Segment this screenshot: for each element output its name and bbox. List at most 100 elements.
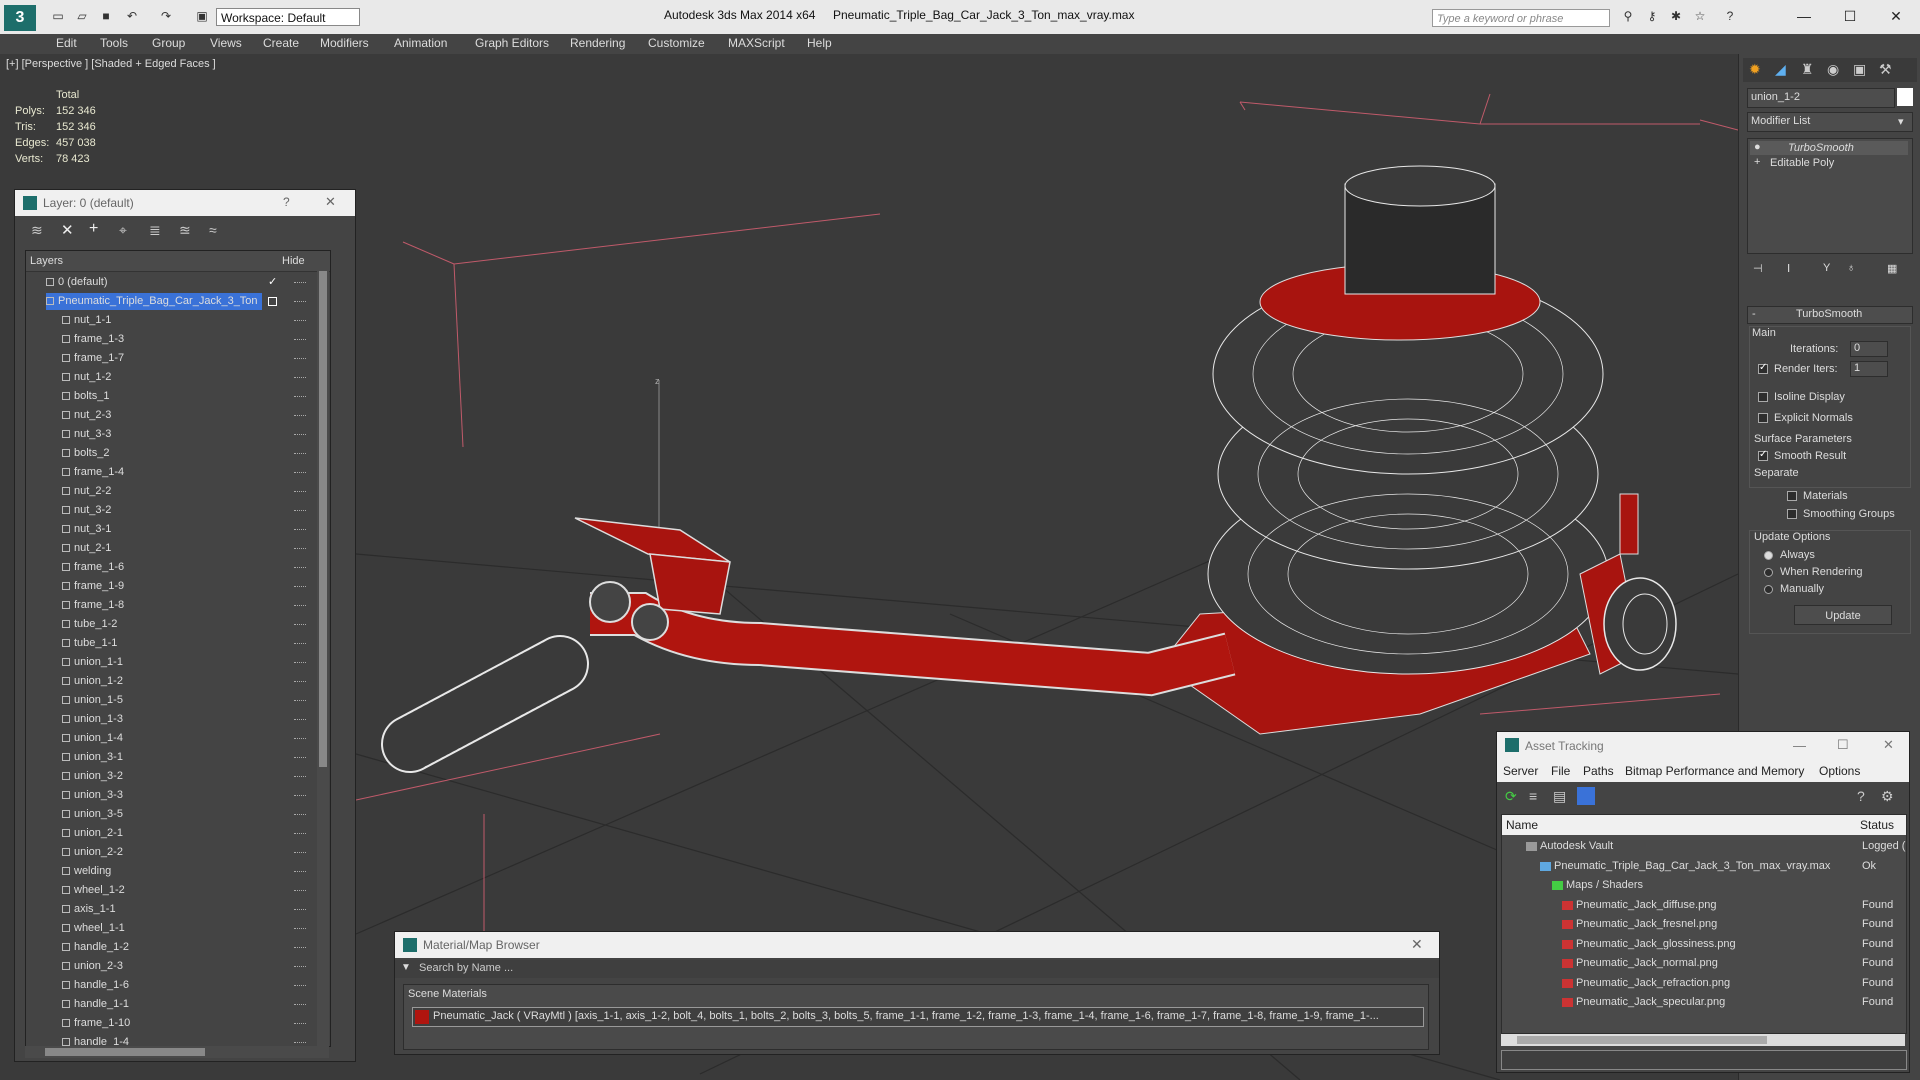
- material-browser-titlebar[interactable]: Material/Map Browser ✕: [395, 932, 1439, 958]
- hide-toggle[interactable]: [294, 738, 306, 740]
- hide-toggle[interactable]: [294, 586, 306, 588]
- hide-toggle[interactable]: [294, 833, 306, 835]
- layer-row[interactable]: nut_2-3: [26, 406, 314, 425]
- iterations-spinner[interactable]: 0: [1850, 341, 1888, 357]
- layer-row[interactable]: frame_1-9: [26, 577, 314, 596]
- hide-toggle[interactable]: [294, 1042, 306, 1044]
- hide-toggle[interactable]: [294, 415, 306, 417]
- motion-tab-icon[interactable]: ◉: [1827, 61, 1839, 78]
- smoothing-groups-checkbox[interactable]: [1787, 509, 1797, 519]
- scrollbar-thumb[interactable]: [1517, 1036, 1767, 1044]
- hide-toggle[interactable]: [294, 1004, 306, 1006]
- utilities-tab-icon[interactable]: ⚒: [1879, 61, 1892, 78]
- configure-sets-icon[interactable]: ▦: [1887, 262, 1897, 275]
- menu-paths[interactable]: Paths: [1583, 764, 1614, 778]
- freeze-all-icon[interactable]: ≈: [209, 222, 217, 238]
- key-icon[interactable]: ⚷: [1644, 9, 1660, 23]
- layer-row[interactable]: frame_1-3: [26, 330, 314, 349]
- hide-toggle[interactable]: [294, 795, 306, 797]
- layer-row[interactable]: union_3-5: [26, 805, 314, 824]
- menu-create[interactable]: Create: [263, 36, 299, 50]
- hide-toggle[interactable]: [294, 453, 306, 455]
- hide-toggle[interactable]: [294, 928, 306, 930]
- hide-toggle[interactable]: [294, 434, 306, 436]
- close-button[interactable]: ✕: [1411, 936, 1423, 953]
- help-icon[interactable]: ?: [1722, 9, 1738, 23]
- hide-toggle[interactable]: [294, 852, 306, 854]
- help-button[interactable]: ?: [283, 195, 290, 209]
- highlight-layer-icon[interactable]: ≣: [149, 222, 161, 239]
- hide-toggle[interactable]: [294, 358, 306, 360]
- hide-toggle[interactable]: [294, 662, 306, 664]
- layer-row[interactable]: tube_1-1: [26, 634, 314, 653]
- asset-path-field[interactable]: [1501, 1050, 1907, 1070]
- hide-toggle[interactable]: [294, 491, 306, 493]
- layer-row[interactable]: frame_1-4: [26, 463, 314, 482]
- maximize-button[interactable]: ☐: [1828, 5, 1872, 27]
- menu-rendering[interactable]: Rendering: [570, 36, 625, 50]
- column-name[interactable]: Name: [1506, 818, 1538, 832]
- layer-row[interactable]: nut_3-1: [26, 520, 314, 539]
- layer-row[interactable]: handle_1-4: [26, 1033, 314, 1046]
- layer-row[interactable]: nut_3-2: [26, 501, 314, 520]
- hide-toggle[interactable]: [294, 909, 306, 911]
- layer-row[interactable]: handle_1-1: [26, 995, 314, 1014]
- menu-help[interactable]: Help: [807, 36, 832, 50]
- layer-row[interactable]: union_3-3: [26, 786, 314, 805]
- layer-row[interactable]: handle_1-2: [26, 938, 314, 957]
- hierarchy-tab-icon[interactable]: ♜: [1801, 61, 1814, 78]
- hide-toggle[interactable]: [294, 700, 306, 702]
- layer-row[interactable]: frame_1-7: [26, 349, 314, 368]
- layer-row[interactable]: handle_1-6: [26, 976, 314, 995]
- asset-row[interactable]: Pneumatic_Jack_specular.png Found: [1506, 993, 1908, 1012]
- active-box-icon[interactable]: [268, 297, 277, 306]
- list-view-icon[interactable]: ≡: [1529, 788, 1537, 804]
- scrollbar-thumb[interactable]: [45, 1048, 205, 1056]
- hide-toggle[interactable]: [294, 396, 306, 398]
- hide-toggle[interactable]: [294, 282, 306, 284]
- turbosmooth-rollout-header[interactable]: - TurboSmooth: [1747, 306, 1913, 324]
- hide-toggle[interactable]: [294, 985, 306, 987]
- asset-row[interactable]: Pneumatic_Jack_glossiness.png Found: [1506, 935, 1908, 954]
- hide-toggle[interactable]: [294, 301, 306, 303]
- project-folder-icon[interactable]: ▣: [194, 9, 210, 23]
- hide-toggle[interactable]: [294, 548, 306, 550]
- communication-icon[interactable]: ✱: [1668, 9, 1684, 23]
- material-search-bar[interactable]: ▼ Search by Name ...: [395, 960, 1439, 978]
- layer-row[interactable]: frame_1-6: [26, 558, 314, 577]
- hide-toggle[interactable]: [294, 966, 306, 968]
- hide-toggle[interactable]: [294, 776, 306, 778]
- hide-toggle[interactable]: [294, 529, 306, 531]
- menu-group[interactable]: Group: [152, 36, 185, 50]
- horizontal-scrollbar[interactable]: [1501, 1034, 1905, 1046]
- layer-row[interactable]: union_1-3: [26, 710, 314, 729]
- column-status[interactable]: Status: [1860, 818, 1894, 832]
- layer-row[interactable]: nut_1-1: [26, 311, 314, 330]
- hide-toggle[interactable]: [294, 320, 306, 322]
- open-file-icon[interactable]: ▱: [74, 9, 90, 23]
- create-layer-icon[interactable]: ≋: [31, 222, 43, 239]
- stack-item-turbosmooth[interactable]: ● TurboSmooth: [1750, 141, 1908, 155]
- hide-toggle[interactable]: [294, 757, 306, 759]
- settings-icon[interactable]: ⚙: [1881, 788, 1894, 805]
- thumbnail-view-icon[interactable]: ▤: [1553, 788, 1566, 805]
- menu-animation[interactable]: Animation: [394, 36, 447, 50]
- create-tab-icon[interactable]: ✹: [1749, 61, 1761, 78]
- hide-toggle[interactable]: [294, 947, 306, 949]
- remove-modifier-icon[interactable]: ♁: [1847, 262, 1855, 274]
- menu-options[interactable]: Options: [1819, 764, 1860, 778]
- layer-row-selected[interactable]: Pneumatic_Triple_Bag_Car_Jack_3_Ton: [26, 292, 314, 311]
- layer-window-titlebar[interactable]: Layer: 0 (default) ? ✕: [15, 190, 355, 216]
- stack-item-editable-poly[interactable]: + Editable Poly: [1750, 156, 1908, 170]
- layer-row[interactable]: bolts_1: [26, 387, 314, 406]
- select-in-layer-icon[interactable]: ⌖: [119, 222, 127, 239]
- modifier-list-dropdown[interactable]: Modifier List ▾: [1747, 112, 1913, 132]
- section-header[interactable]: Scene Materials: [408, 988, 487, 1000]
- delete-layer-icon[interactable]: ✕: [61, 221, 74, 239]
- scrollbar-thumb[interactable]: [319, 271, 327, 767]
- new-file-icon[interactable]: ▭: [50, 9, 66, 23]
- help-icon[interactable]: ?: [1857, 788, 1865, 804]
- menu-customize[interactable]: Customize: [648, 36, 705, 50]
- layer-row[interactable]: union_2-2: [26, 843, 314, 862]
- maximize-button[interactable]: ☐: [1837, 737, 1849, 753]
